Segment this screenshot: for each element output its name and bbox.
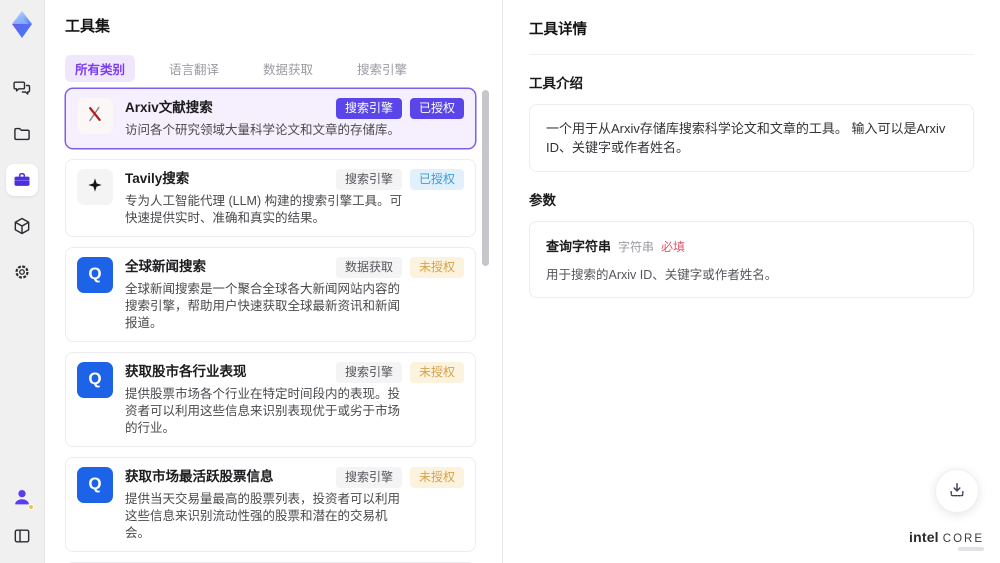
avatar-status-dot: [28, 504, 34, 510]
panel-collapse-icon: [12, 529, 32, 550]
tool-card[interactable]: Arxiv文献搜索 搜索引擎 已授权 访问各个研究领域大量科学论文和文章的存储库…: [65, 88, 476, 149]
category-badge: 搜索引擎: [335, 362, 402, 383]
tool-list: Arxiv文献搜索 搜索引擎 已授权 访问各个研究领域大量科学论文和文章的存储库…: [65, 88, 476, 563]
tool-description: 全球新闻搜索是一个聚合全球各大新闻网站内容的搜索引擎，帮助用户快速获取全球最新资…: [125, 282, 401, 330]
tool-name: 获取股市各行业表现: [125, 364, 247, 379]
chat-icon: [12, 78, 32, 98]
auth-status-badge: 未授权: [409, 257, 464, 278]
category-badge: 搜索引擎: [335, 467, 402, 488]
parameter-description: 用于搜索的Arxiv ID、关键字或作者姓名。: [546, 268, 778, 282]
tool-name: Tavily搜索: [125, 171, 190, 186]
nav-settings[interactable]: [6, 256, 38, 288]
category-tab[interactable]: 搜索引擎: [347, 55, 417, 82]
q-logo-icon: Q: [88, 264, 102, 283]
tool-description: 提供当天交易量最高的股票列表，投资者可以利用这些信息来识别流动性强的股票和潜在的…: [125, 492, 401, 540]
parameter-card: 查询字符串 字符串 必填 用于搜索的Arxiv ID、关键字或作者姓名。: [529, 221, 974, 298]
nav-files[interactable]: [6, 118, 38, 150]
tool-card[interactable]: Tavily搜索 搜索引擎 已授权 专为人工智能代理 (LLM) 构建的搜索引擎…: [65, 159, 476, 237]
tool-name: 获取市场最活跃股票信息: [125, 469, 274, 484]
rail-nav: [6, 72, 38, 288]
nav-tools[interactable]: [6, 164, 38, 196]
detail-title: 工具详情: [529, 18, 974, 55]
download-icon: [947, 480, 967, 503]
tool-card[interactable]: Q 获取市场最活跃股票信息 搜索引擎 未授权 提供当天交易量最高的股票列表，投资…: [65, 457, 476, 552]
category-tab[interactable]: 语言翻译: [159, 55, 229, 82]
tool-description: 提供股票市场各个行业在特定时间段内的表现。投资者可以利用这些信息来识别表现优于或…: [125, 387, 401, 435]
brand-accent-bar: [958, 547, 984, 551]
auth-status-badge: 已授权: [409, 98, 464, 119]
user-avatar[interactable]: [9, 486, 35, 512]
tool-name: Arxiv文献搜索: [125, 100, 213, 115]
category-tab[interactable]: 所有类别: [65, 54, 136, 82]
category-tab[interactable]: 数据获取: [253, 55, 323, 82]
tool-description: 访问各个研究领域大量科学论文和文章的存储库。: [125, 123, 401, 137]
page-title: 工具集: [65, 18, 111, 35]
app-window: 工具集 所有类别 语言翻译 数据获取 搜索引擎 Arxiv文献搜索 搜索引擎 已…: [0, 0, 1000, 563]
parameter-type: 字符串: [618, 240, 655, 254]
arxiv-logo-icon: [85, 104, 105, 129]
panel-collapse-button[interactable]: [12, 526, 32, 551]
category-tabs: 所有类别 语言翻译 数据获取 搜索引擎: [65, 54, 476, 82]
cube-icon: [12, 216, 32, 236]
tool-detail-panel: 工具详情 工具介绍 一个用于从Arxiv存储库搜索科学论文和文章的工具。 输入可…: [503, 0, 1000, 563]
parameter-name: 查询字符串: [546, 239, 612, 254]
tool-intro-text: 一个用于从Arxiv存储库搜索科学论文和文章的工具。 输入可以是Arxiv ID…: [529, 104, 974, 172]
tool-card[interactable]: Q 获取股市各行业表现 搜索引擎 未授权 提供股票市场各个行业在特定时间段内的表…: [65, 352, 476, 447]
category-badge: 搜索引擎: [335, 98, 402, 119]
q-logo-icon: Q: [88, 369, 102, 388]
scrollbar[interactable]: [482, 88, 489, 563]
rail-bottom: [9, 486, 35, 551]
download-button[interactable]: [935, 469, 979, 513]
intel-core-logo: intel CORE: [909, 529, 984, 551]
left-rail: [0, 0, 45, 563]
intro-section-title: 工具介绍: [529, 76, 583, 91]
q-logo-icon: Q: [88, 474, 102, 493]
app-logo gem-logo: [5, 8, 39, 42]
tool-list-panel: 工具集 所有类别 语言翻译 数据获取 搜索引擎 Arxiv文献搜索 搜索引擎 已…: [45, 0, 503, 563]
sparkle-icon: [85, 175, 105, 200]
folder-icon: [12, 124, 32, 144]
params-section-title: 参数: [529, 193, 556, 208]
tool-name: 全球新闻搜索: [125, 259, 206, 274]
scrollbar-thumb[interactable]: [482, 90, 489, 266]
gear-icon: [12, 262, 32, 282]
brand-core-text: CORE: [942, 533, 984, 545]
parameter-required-flag: 必填: [661, 240, 686, 254]
brand-intel-text: intel: [908, 529, 939, 545]
auth-status-badge: 已授权: [409, 169, 464, 190]
auth-status-badge: 未授权: [409, 467, 464, 488]
tool-card[interactable]: Q 全球新闻搜索 数据获取 未授权 全球新闻搜索是一个聚合全球各大新闻网站内容的…: [65, 247, 476, 342]
category-badge: 搜索引擎: [335, 169, 402, 190]
category-badge: 数据获取: [335, 257, 402, 278]
tool-description: 专为人工智能代理 (LLM) 构建的搜索引擎工具。可快速提供实时、准确和真实的结…: [125, 194, 403, 225]
nav-packages[interactable]: [6, 210, 38, 242]
nav-chat[interactable]: [6, 72, 38, 104]
auth-status-badge: 未授权: [409, 362, 464, 383]
briefcase-icon: [12, 170, 32, 190]
